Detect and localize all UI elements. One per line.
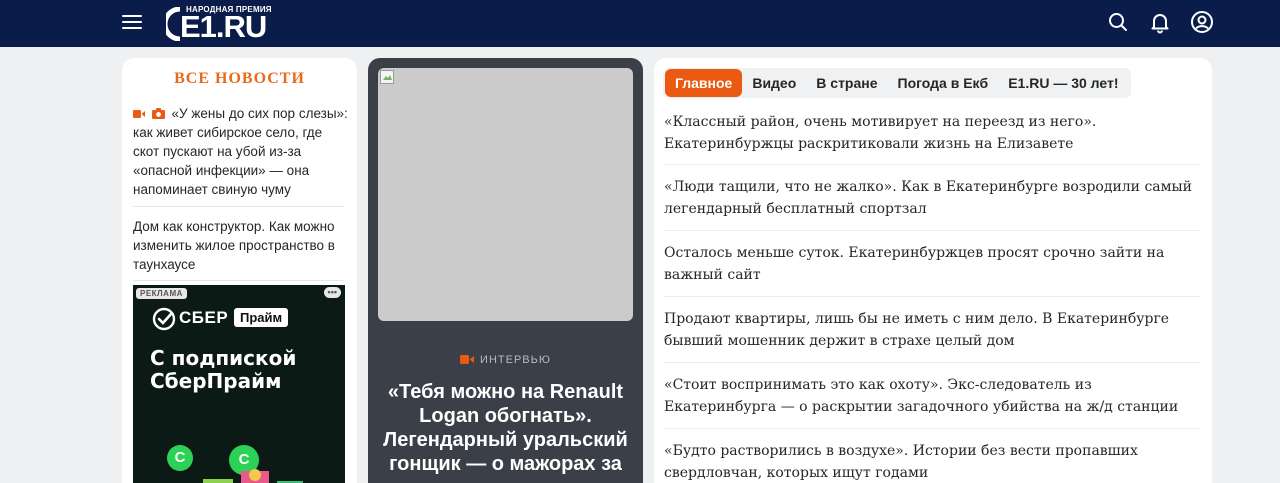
news-item[interactable]: «Классный район, очень мотивирует на пер… bbox=[664, 112, 1204, 155]
ad-brand: СБЕР bbox=[152, 307, 228, 331]
main-news-panel: Главное Видео В стране Погода в Екб E1.R… bbox=[654, 58, 1212, 483]
news-item[interactable]: «Люди тащили, что не жалко». Как в Екате… bbox=[664, 177, 1204, 220]
ad-headline: С подпиской СберПрайм bbox=[150, 347, 296, 393]
news-item[interactable]: Дом как конструктор. Как можно изменить … bbox=[133, 217, 348, 274]
rubric-tag[interactable]: ИНТЕРВЬЮ bbox=[368, 354, 643, 366]
divider bbox=[664, 428, 1200, 429]
gifts-illustration-icon bbox=[203, 469, 303, 483]
divider bbox=[664, 164, 1200, 165]
logo-text: E1.RU bbox=[180, 9, 267, 44]
ad-brand-text: СБЕР bbox=[179, 308, 229, 327]
search-icon[interactable] bbox=[1106, 10, 1130, 34]
broken-image-icon bbox=[380, 70, 394, 84]
ad-headline-line: СберПрайм bbox=[150, 369, 282, 393]
bell-icon[interactable] bbox=[1148, 10, 1172, 34]
ad-more-button[interactable]: ••• bbox=[323, 287, 341, 298]
divider bbox=[664, 362, 1200, 363]
featured-title[interactable]: «Тебя можно на Renault Logan обогнать». … bbox=[378, 380, 633, 476]
news-tabs: Главное Видео В стране Погода в Екб E1.R… bbox=[663, 68, 1131, 98]
news-item-text: Дом как конструктор. Как можно изменить … bbox=[133, 219, 335, 272]
user-icon[interactable] bbox=[1190, 10, 1214, 34]
news-item[interactable]: «У жены до сих пор слезы»: как живет сиб… bbox=[133, 104, 348, 199]
rubric-tag-text: ИНТЕРВЬЮ bbox=[480, 354, 551, 366]
divider bbox=[133, 280, 344, 281]
video-icon bbox=[133, 110, 145, 118]
all-news-panel: ВСЕ НОВОСТИ «У жены до сих пор слезы»: к… bbox=[122, 58, 357, 483]
news-item[interactable]: Продают квартиры, лишь бы не иметь с ним… bbox=[664, 309, 1204, 352]
news-item-text: «У жены до сих пор слезы»: как живет сиб… bbox=[133, 106, 348, 197]
photo-icon bbox=[151, 108, 165, 119]
coin-icon: C bbox=[167, 445, 193, 471]
site-header: НАРОДНАЯ ПРЕМИЯ E1.RU bbox=[0, 0, 1280, 47]
tab-video[interactable]: Видео bbox=[742, 69, 806, 97]
ad-badge: Прайм bbox=[234, 308, 289, 327]
news-item[interactable]: Осталось меньше суток. Екатеринбуржцев п… bbox=[664, 243, 1204, 286]
divider bbox=[664, 296, 1200, 297]
tab-anniversary[interactable]: E1.RU — 30 лет! bbox=[998, 69, 1128, 97]
site-logo[interactable]: НАРОДНАЯ ПРЕМИЯ E1.RU bbox=[166, 3, 280, 44]
menu-icon[interactable] bbox=[122, 14, 142, 30]
divider bbox=[664, 230, 1200, 231]
news-item[interactable]: «Будто растворились в воздухе». Истории … bbox=[664, 441, 1204, 483]
tab-country[interactable]: В стране bbox=[806, 69, 887, 97]
video-icon bbox=[460, 355, 475, 364]
ad-headline-line: С подпиской bbox=[150, 346, 297, 370]
featured-image[interactable] bbox=[378, 68, 633, 321]
all-news-title[interactable]: ВСЕ НОВОСТИ bbox=[122, 70, 357, 88]
tab-weather[interactable]: Погода в Екб bbox=[888, 69, 999, 97]
featured-interview-card[interactable]: ИНТЕРВЬЮ «Тебя можно на Renault Logan об… bbox=[368, 58, 643, 483]
tab-main[interactable]: Главное bbox=[665, 69, 743, 97]
news-item[interactable]: «Стоит воспринимать это как охоту». Экс-… bbox=[664, 375, 1204, 418]
ad-label: РЕКЛАМА bbox=[136, 288, 187, 299]
ad-banner[interactable]: РЕКЛАМА ••• СБЕР Прайм С подпиской СберП… bbox=[133, 285, 345, 483]
sber-logo-icon bbox=[152, 307, 176, 331]
divider bbox=[133, 206, 344, 207]
